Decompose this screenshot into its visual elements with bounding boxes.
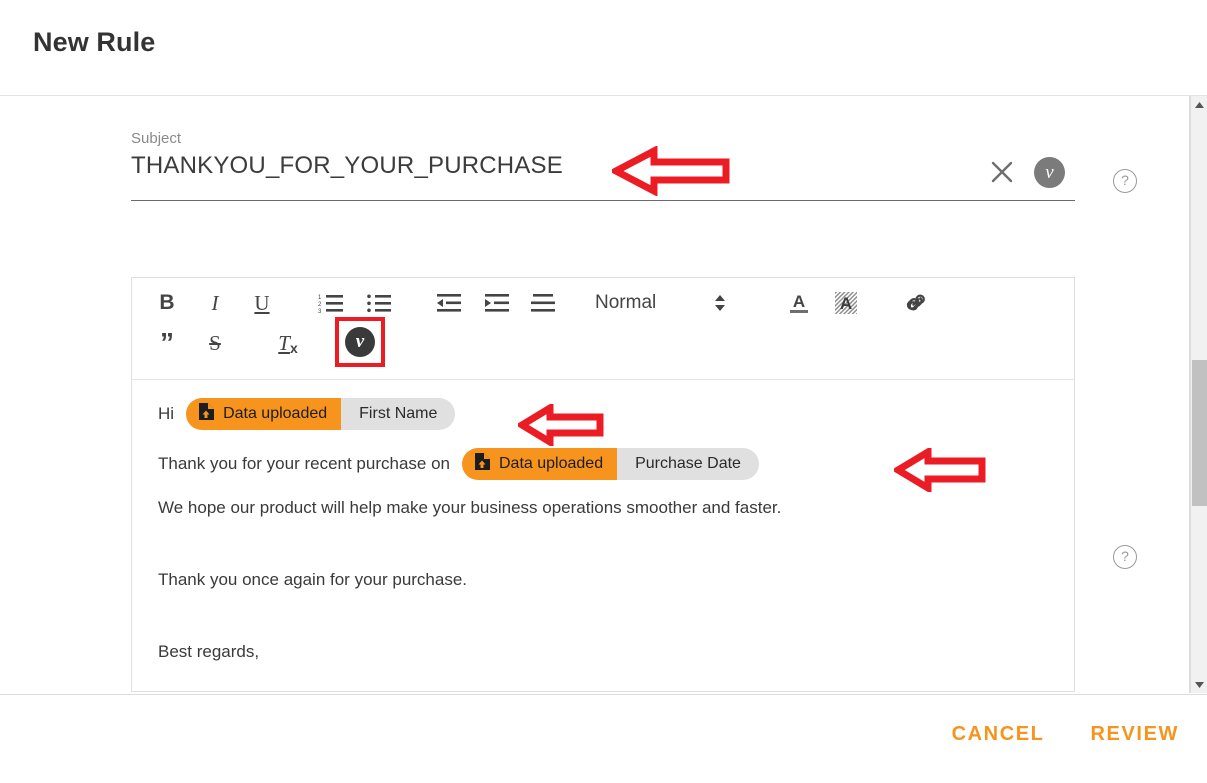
subject-label: Subject (131, 130, 182, 147)
token-field-label: Purchase Date (617, 448, 759, 480)
toolbar-block-format-picker[interactable]: Normal (595, 283, 726, 323)
editor-line-purchase: Thank you for your recent purchase on Da… (158, 448, 1048, 480)
scroll-up-arrow-icon[interactable] (1191, 96, 1207, 113)
align-icon (530, 292, 556, 314)
rich-text-editor: B I U 1 2 3 Normal A A ” S T x v Hi Data… (131, 277, 1075, 692)
editor-paragraph-3: Best regards, (158, 642, 260, 661)
editor-line-greeting: Hi Data uploaded First Name (158, 398, 1048, 430)
editor-paragraph-2: Thank you once again for your purchase. (158, 570, 468, 589)
svg-text:3: 3 (318, 309, 322, 314)
bullet-list-icon (366, 292, 392, 314)
token-source-label: Data uploaded (223, 405, 328, 422)
token-purchase-date[interactable]: Data uploaded Purchase Date (462, 448, 759, 480)
underline-icon: U (254, 290, 270, 315)
token-field-label: First Name (341, 398, 456, 430)
svg-text:1: 1 (318, 295, 322, 301)
subject-variable-badge[interactable]: v (1034, 157, 1065, 188)
token-source: Data uploaded (462, 448, 618, 480)
help-icon-body[interactable]: ? (1113, 545, 1137, 569)
block-format-label: Normal (595, 292, 657, 313)
file-upload-icon (474, 452, 491, 476)
toolbar-bold-button[interactable]: B (150, 283, 184, 323)
toolbar-clear-format-button[interactable]: T x (268, 323, 308, 363)
background-color-icon: A (833, 290, 859, 316)
editor-toolbar: B I U 1 2 3 Normal A A ” S T x v (132, 278, 1074, 380)
font-color-icon: A (786, 290, 812, 316)
close-icon[interactable] (988, 158, 1016, 186)
italic-icon: I (211, 290, 219, 315)
link-icon (903, 290, 929, 316)
svg-text:A: A (793, 292, 805, 311)
purchase-text: Thank you for your recent purchase on (158, 454, 450, 473)
cancel-button[interactable]: CANCEL (948, 717, 1049, 752)
editor-content-area[interactable]: Hi Data uploaded First Name Thank you fo… (132, 380, 1074, 672)
bold-icon: B (159, 291, 175, 314)
token-first-name[interactable]: Data uploaded First Name (186, 398, 456, 430)
vertical-scrollbar[interactable] (1190, 96, 1207, 693)
svg-text:A: A (840, 294, 852, 313)
toolbar-align-button[interactable] (526, 283, 560, 323)
updown-chevron-icon (714, 294, 726, 312)
blockquote-icon: ” (160, 327, 174, 358)
file-upload-icon (198, 402, 215, 426)
toolbar-outdent-button[interactable] (432, 283, 466, 323)
footer-bar: CANCEL REVIEW (0, 694, 1207, 783)
toolbar-link-button[interactable] (899, 283, 933, 323)
review-button[interactable]: REVIEW (1087, 717, 1184, 752)
clear-format-icon: T x (278, 330, 298, 356)
content-scroll-region: Subject THANKYOU_FOR_YOUR_PURCHASE v ? ?… (0, 96, 1190, 693)
ordered-list-icon: 1 2 3 (318, 292, 344, 314)
toolbar-blockquote-button[interactable]: ” (150, 323, 184, 363)
token-source-label: Data uploaded (499, 455, 604, 472)
svg-text:2: 2 (318, 302, 322, 308)
toolbar-strikethrough-button[interactable]: S (198, 323, 232, 363)
toolbar-row-secondary: ” S T x v (132, 317, 1074, 374)
help-icon-subject[interactable]: ? (1113, 169, 1137, 193)
indent-icon (484, 292, 510, 314)
toolbar-underline-button[interactable]: U (245, 283, 279, 323)
toolbar-font-color-button[interactable]: A (782, 283, 816, 323)
editor-paragraph-1: We hope our product will help make your … (158, 498, 782, 517)
variable-badge-icon: v (345, 327, 375, 357)
subject-field-group: Subject THANKYOU_FOR_YOUR_PURCHASE v (131, 130, 1075, 201)
subject-input-value[interactable]: THANKYOU_FOR_YOUR_PURCHASE (131, 152, 563, 180)
strikethrough-icon: S (209, 330, 221, 355)
toolbar-variable-button[interactable]: v (335, 317, 385, 367)
greeting-text: Hi (158, 404, 175, 423)
outdent-icon (436, 292, 462, 314)
scrollbar-thumb[interactable] (1192, 360, 1207, 506)
token-source: Data uploaded (186, 398, 342, 430)
subject-input-row[interactable]: THANKYOU_FOR_YOUR_PURCHASE v (131, 148, 1075, 201)
toolbar-italic-button[interactable]: I (198, 283, 232, 323)
toolbar-background-color-button[interactable]: A (829, 283, 863, 323)
scroll-down-arrow-icon[interactable] (1191, 676, 1207, 693)
app-header: New Rule (0, 0, 1207, 96)
footer-actions: CANCEL REVIEW (948, 717, 1183, 752)
page-title: New Rule (33, 27, 156, 57)
toolbar-indent-button[interactable] (480, 283, 514, 323)
